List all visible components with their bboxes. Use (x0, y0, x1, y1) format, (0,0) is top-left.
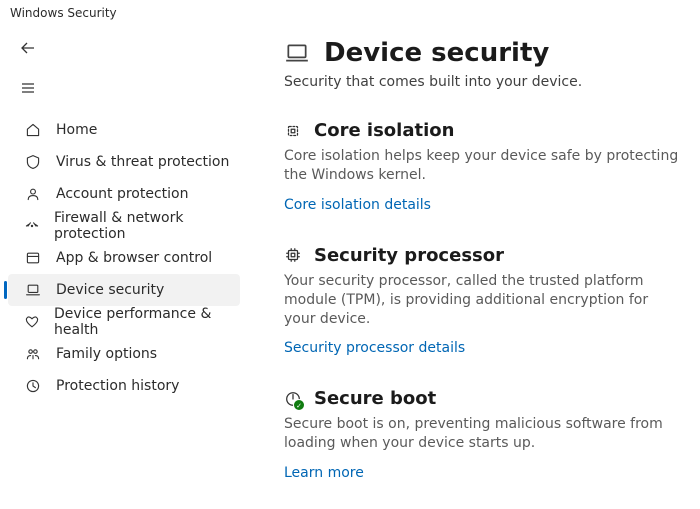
hamburger-icon (20, 80, 36, 96)
sidebar-item-virus-threat-protection[interactable]: Virus & threat protection (8, 146, 240, 178)
sidebar-item-label: Device security (56, 282, 164, 298)
sidebar-item-device-security[interactable]: Device security (8, 274, 240, 306)
section-link[interactable]: Learn more (284, 465, 364, 481)
section-secure-boot: Secure boot Secure boot is on, preventing… (284, 388, 682, 481)
sidebar-item-home[interactable]: Home (8, 114, 240, 146)
sidebar-item-label: Device performance & health (54, 306, 230, 338)
section-title: Security processor (314, 245, 504, 266)
section-title: Secure boot (314, 388, 436, 409)
sidebar-nav: Home Virus & threat protection Account pro… (0, 110, 248, 402)
sidebar-item-label: Family options (56, 346, 157, 362)
sidebar-item-label: Home (56, 122, 97, 138)
back-button[interactable] (12, 32, 44, 64)
section-security-processor: Security processor Your security processo… (284, 245, 682, 357)
shield-icon (24, 154, 42, 170)
section-description: Core isolation helps keep your device sa… (284, 147, 682, 185)
heart-icon (24, 314, 40, 330)
sidebar-item-device-performance-health[interactable]: Device performance & health (8, 306, 240, 338)
page-title: Device security (324, 38, 549, 68)
home-icon (24, 122, 42, 138)
hamburger-button[interactable] (12, 72, 44, 104)
section-link[interactable]: Security processor details (284, 340, 465, 356)
sidebar-item-label: Firewall & network protection (54, 210, 230, 242)
sidebar-item-app-browser-control[interactable]: App & browser control (8, 242, 240, 274)
sidebar-item-account-protection[interactable]: Account protection (8, 178, 240, 210)
sidebar-item-family-options[interactable]: Family options (8, 338, 240, 370)
content-area: Device security Security that comes buil… (248, 22, 700, 509)
account-icon (24, 186, 42, 202)
power-icon (284, 390, 302, 408)
section-description: Secure boot is on, preventing malicious … (284, 415, 682, 453)
appbrowser-icon (24, 250, 42, 266)
laptop-icon (284, 40, 310, 66)
history-icon (24, 378, 42, 394)
section-core-isolation: Core isolation Core isolation helps keep … (284, 120, 682, 213)
sidebar-item-label: App & browser control (56, 250, 212, 266)
chip-dashed-icon (284, 122, 302, 140)
page-subtitle: Security that comes built into your devi… (284, 74, 682, 90)
sidebar-item-label: Account protection (56, 186, 189, 202)
arrow-left-icon (20, 40, 36, 56)
section-title: Core isolation (314, 120, 454, 141)
family-icon (24, 346, 42, 362)
sidebar-item-label: Virus & threat protection (56, 154, 229, 170)
signal-icon (24, 218, 40, 234)
sidebar-item-firewall-network-protection[interactable]: Firewall & network protection (8, 210, 240, 242)
sidebar: Home Virus & threat protection Account pro… (0, 22, 248, 509)
section-description: Your security processor, called the trus… (284, 272, 682, 329)
window-title: Windows Security (0, 0, 700, 22)
sidebar-item-label: Protection history (56, 378, 179, 394)
laptop-icon (24, 282, 42, 298)
section-link[interactable]: Core isolation details (284, 197, 431, 213)
chip-icon (284, 246, 302, 264)
sidebar-item-protection-history[interactable]: Protection history (8, 370, 240, 402)
